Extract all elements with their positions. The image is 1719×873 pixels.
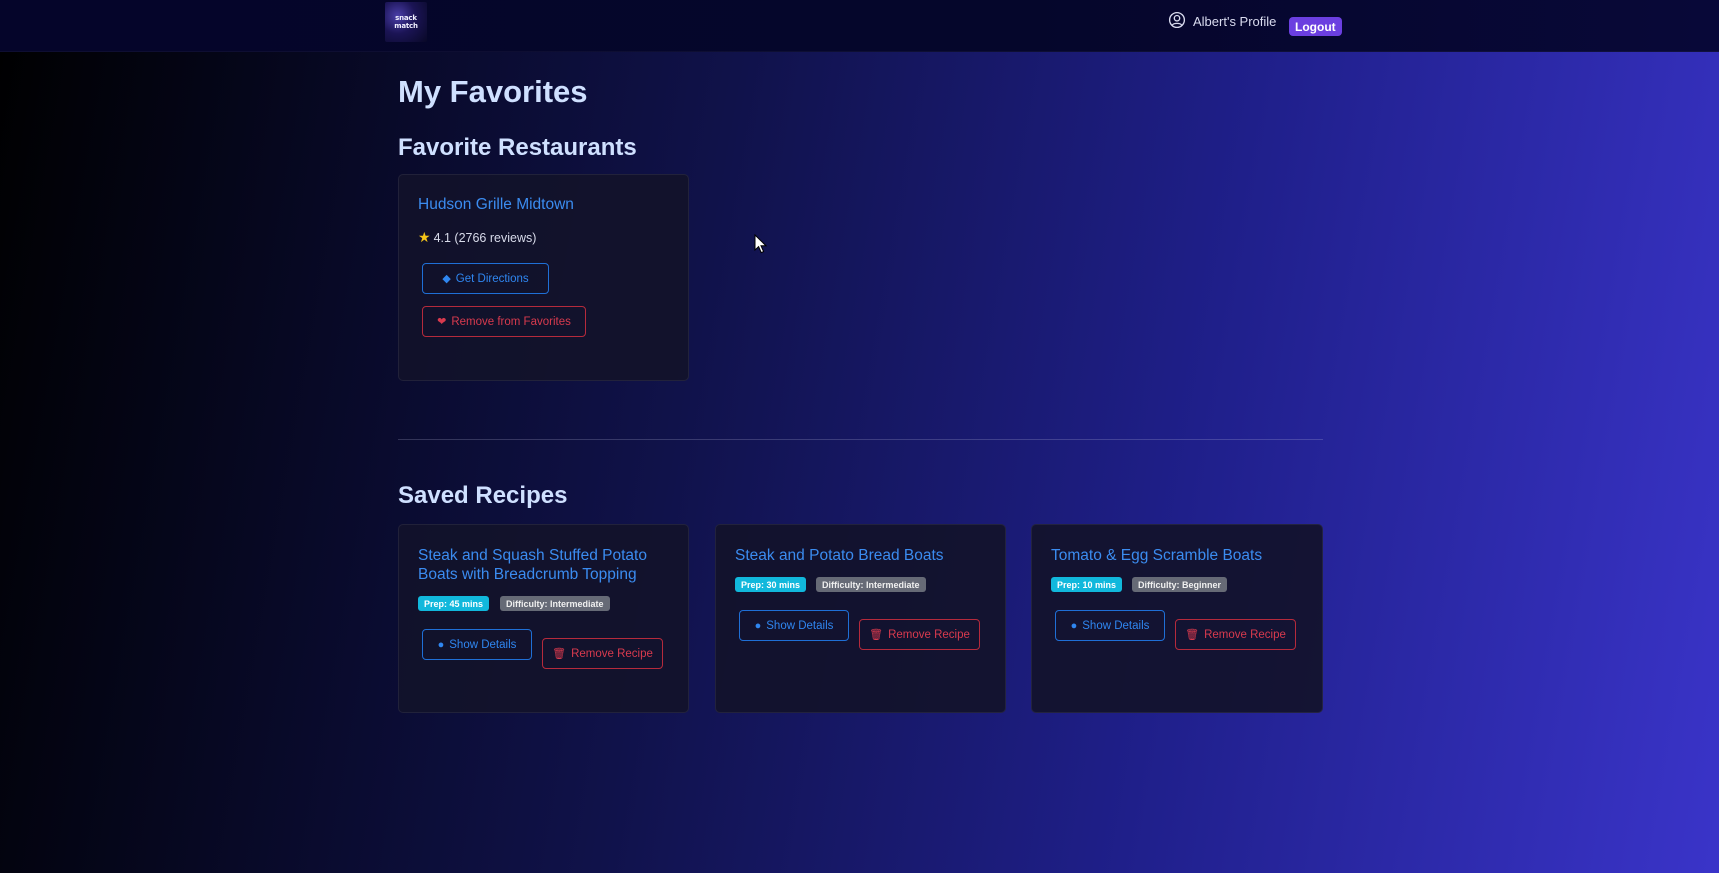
show-details-button[interactable]: ● Show Details xyxy=(1055,610,1165,641)
recipe-card: Steak and Potato Bread Boats Prep: 30 mi… xyxy=(715,524,1006,713)
restaurant-card: Hudson Grille Midtown ★ 4.1 (2766 review… xyxy=(398,174,689,381)
remove-recipe-label: Remove Recipe xyxy=(1204,628,1286,641)
trash-icon: 🗑 xyxy=(869,629,884,641)
show-details-label: Show Details xyxy=(766,619,834,632)
logout-button[interactable]: Logout xyxy=(1289,17,1342,36)
page-title: My Favorites xyxy=(398,74,588,109)
show-details-button[interactable]: ● Show Details xyxy=(739,610,849,641)
logo-text-line1: snack xyxy=(395,14,417,22)
remove-recipe-button[interactable]: 🗑 Remove Recipe xyxy=(1175,619,1296,650)
prep-badge: Prep: 30 mins xyxy=(735,577,807,592)
directions-icon: ◆ xyxy=(442,273,451,285)
favorite-restaurants-heading: Favorite Restaurants xyxy=(398,134,637,161)
get-directions-label: Get Directions xyxy=(455,272,529,285)
remove-from-favorites-label: Remove from Favorites xyxy=(451,315,571,328)
mouse-cursor-icon xyxy=(754,233,768,259)
recipe-card: Steak and Squash Stuffed Potato Boats wi… xyxy=(398,524,689,713)
difficulty-badge: Difficulty: Beginner xyxy=(1132,577,1228,592)
heart-icon: ❤ xyxy=(437,316,447,328)
remove-recipe-button[interactable]: 🗑 Remove Recipe xyxy=(859,619,980,650)
trash-icon: 🗑 xyxy=(1185,629,1200,641)
show-details-label: Show Details xyxy=(449,638,517,651)
restaurant-name[interactable]: Hudson Grille Midtown xyxy=(418,195,574,214)
star-icon: ★ xyxy=(418,229,431,245)
snackmatch-logo[interactable]: snack match xyxy=(385,2,427,42)
remove-recipe-label: Remove Recipe xyxy=(571,647,653,660)
info-circle-icon: ● xyxy=(1070,619,1078,632)
recipe-card: Tomato & Egg Scramble Boats Prep: 10 min… xyxy=(1031,524,1323,713)
difficulty-badge: Difficulty: Intermediate xyxy=(816,577,926,592)
rating-text: 4.1 (2766 reviews) xyxy=(433,230,537,245)
restaurant-rating: ★ 4.1 (2766 reviews) xyxy=(418,229,536,246)
remove-recipe-label: Remove Recipe xyxy=(888,628,970,641)
remove-recipe-button[interactable]: 🗑 Remove Recipe xyxy=(542,638,663,669)
saved-recipes-heading: Saved Recipes xyxy=(398,482,568,509)
remove-from-favorites-button[interactable]: ❤ Remove from Favorites xyxy=(422,306,586,337)
info-circle-icon: ● xyxy=(437,638,445,651)
prep-badge: Prep: 45 mins xyxy=(418,596,490,611)
recipe-title[interactable]: Steak and Squash Stuffed Potato Boats wi… xyxy=(418,546,673,584)
profile-link[interactable]: Albert's Profile xyxy=(1168,11,1276,32)
logo-text-line2: match xyxy=(394,22,418,30)
user-circle-icon xyxy=(1168,11,1186,32)
top-navbar: snack match Albert's Profile Logout xyxy=(0,0,1719,52)
trash-icon: 🗑 xyxy=(552,648,567,660)
recipe-title[interactable]: Steak and Potato Bread Boats xyxy=(735,546,990,565)
show-details-button[interactable]: ● Show Details xyxy=(422,629,532,660)
prep-badge: Prep: 10 mins xyxy=(1051,577,1123,592)
info-circle-icon: ● xyxy=(754,619,762,632)
profile-label: Albert's Profile xyxy=(1193,14,1277,29)
show-details-label: Show Details xyxy=(1082,619,1150,632)
get-directions-button[interactable]: ◆ Get Directions xyxy=(422,263,549,294)
section-divider xyxy=(398,439,1323,440)
recipe-title[interactable]: Tomato & Egg Scramble Boats xyxy=(1051,546,1306,565)
difficulty-badge: Difficulty: Intermediate xyxy=(500,596,610,611)
